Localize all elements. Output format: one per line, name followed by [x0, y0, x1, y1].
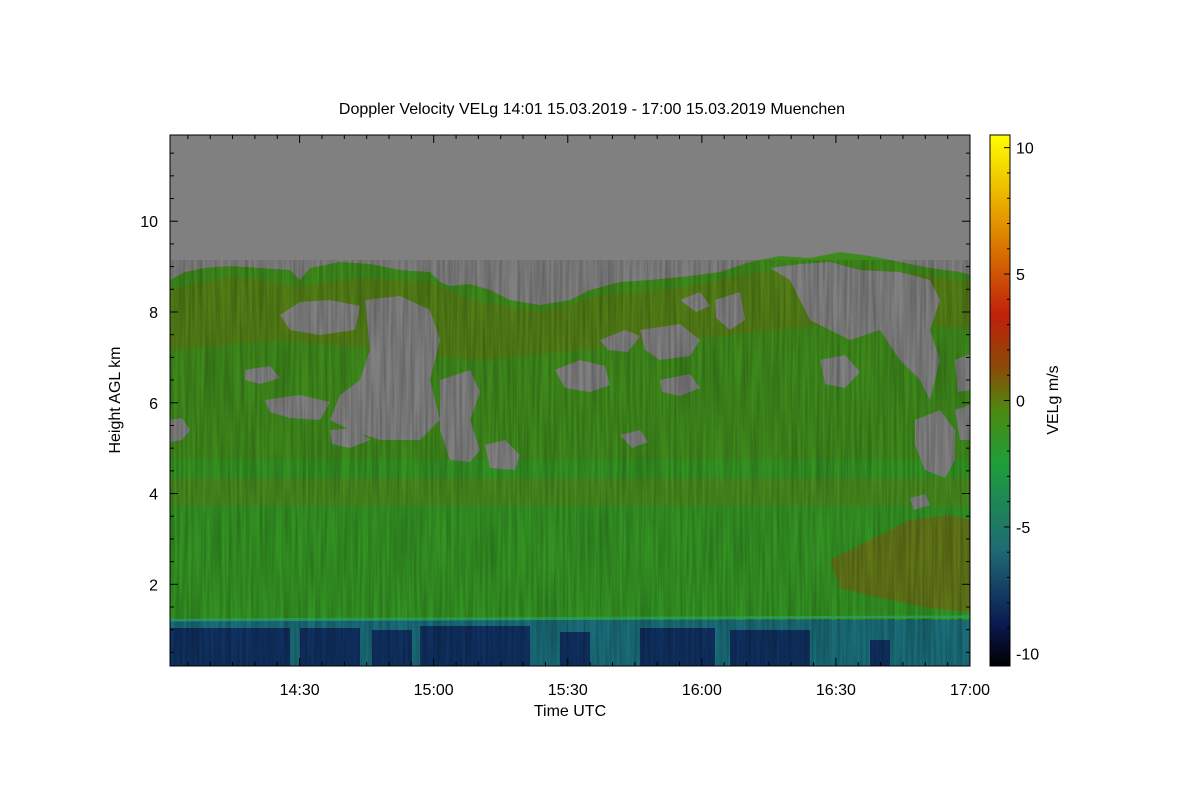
y-tick-label: 2 [149, 577, 158, 594]
surface-streak-texture [170, 618, 970, 666]
x-tick-label: 15:00 [414, 682, 454, 699]
colorbar-label: VELg m/s [1045, 365, 1062, 434]
colorbar-tick-label: 10 [1016, 141, 1034, 158]
colorbar-tick-label: -5 [1016, 520, 1030, 537]
plot-area [170, 135, 970, 666]
y-tick-label: 6 [149, 396, 158, 413]
x-tick-label: 17:00 [950, 682, 990, 699]
x-tick-label: 16:30 [816, 682, 856, 699]
colorbar-tick-label: -10 [1016, 646, 1039, 663]
y-tick-label: 4 [149, 487, 158, 504]
x-tick-label: 15:30 [548, 682, 588, 699]
colorbar-tick-label: 5 [1016, 267, 1025, 284]
x-axis-label: Time UTC [534, 703, 606, 720]
streak-texture [170, 260, 970, 666]
velocity-chart: Doppler Velocity VELg 14:01 15.03.2019 -… [107, 101, 1062, 720]
chart-title: Doppler Velocity VELg 14:01 15.03.2019 -… [339, 101, 845, 118]
y-axis-label: Height AGL km [107, 346, 124, 453]
y-tick-label: 8 [149, 305, 158, 322]
x-tick-label: 16:00 [682, 682, 722, 699]
y-tick-label: 10 [140, 214, 158, 231]
x-tick-label: 14:30 [280, 682, 320, 699]
colorbar-tick-label: 0 [1016, 394, 1025, 411]
